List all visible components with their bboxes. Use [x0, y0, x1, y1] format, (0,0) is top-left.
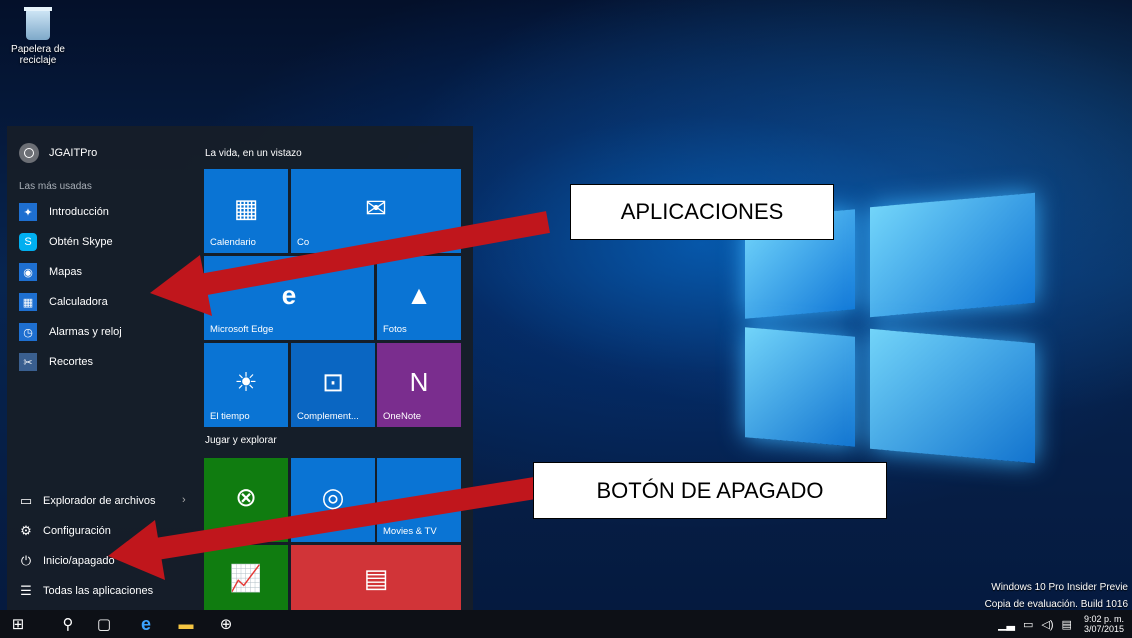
callout-boton-apagado: BOTÓN DE APAGADO — [533, 462, 887, 519]
task-view-icon: ▢ — [96, 616, 112, 633]
network-icon[interactable]: ▁▃ — [998, 618, 1015, 631]
folder-icon: ▬ — [178, 615, 194, 633]
taskbar: ⊞ ⚲ ▢ e ▬ ⊕ ▁▃ ▭ ◁) ▤ 9:02 p. m. 3/07/20… — [0, 610, 1132, 638]
notifications-icon[interactable]: ▤ — [1062, 618, 1072, 631]
arrow-power — [108, 477, 537, 580]
start-button[interactable]: ⊞ — [0, 610, 36, 638]
edge-taskbar-button[interactable]: e — [128, 610, 164, 638]
store-taskbar-button[interactable]: ⊕ — [208, 610, 244, 638]
system-tray: ▁▃ ▭ ◁) ▤ 9:02 p. m. 3/07/2015 — [990, 610, 1124, 638]
windows-icon: ⊞ — [11, 616, 25, 633]
callout-aplicaciones: APLICACIONES — [570, 184, 834, 240]
clock[interactable]: 9:02 p. m. 3/07/2015 — [1084, 614, 1124, 634]
arrow-apps — [150, 211, 550, 316]
task-view-button[interactable]: ▢ — [86, 610, 122, 638]
search-button[interactable]: ⚲ — [50, 610, 86, 638]
display-icon[interactable]: ▭ — [1023, 618, 1033, 631]
volume-icon[interactable]: ◁) — [1041, 618, 1053, 631]
edge-icon: e — [140, 613, 151, 634]
explorer-taskbar-button[interactable]: ▬ — [168, 610, 204, 638]
search-icon: ⚲ — [62, 616, 74, 633]
store-icon: ⊕ — [219, 616, 233, 633]
